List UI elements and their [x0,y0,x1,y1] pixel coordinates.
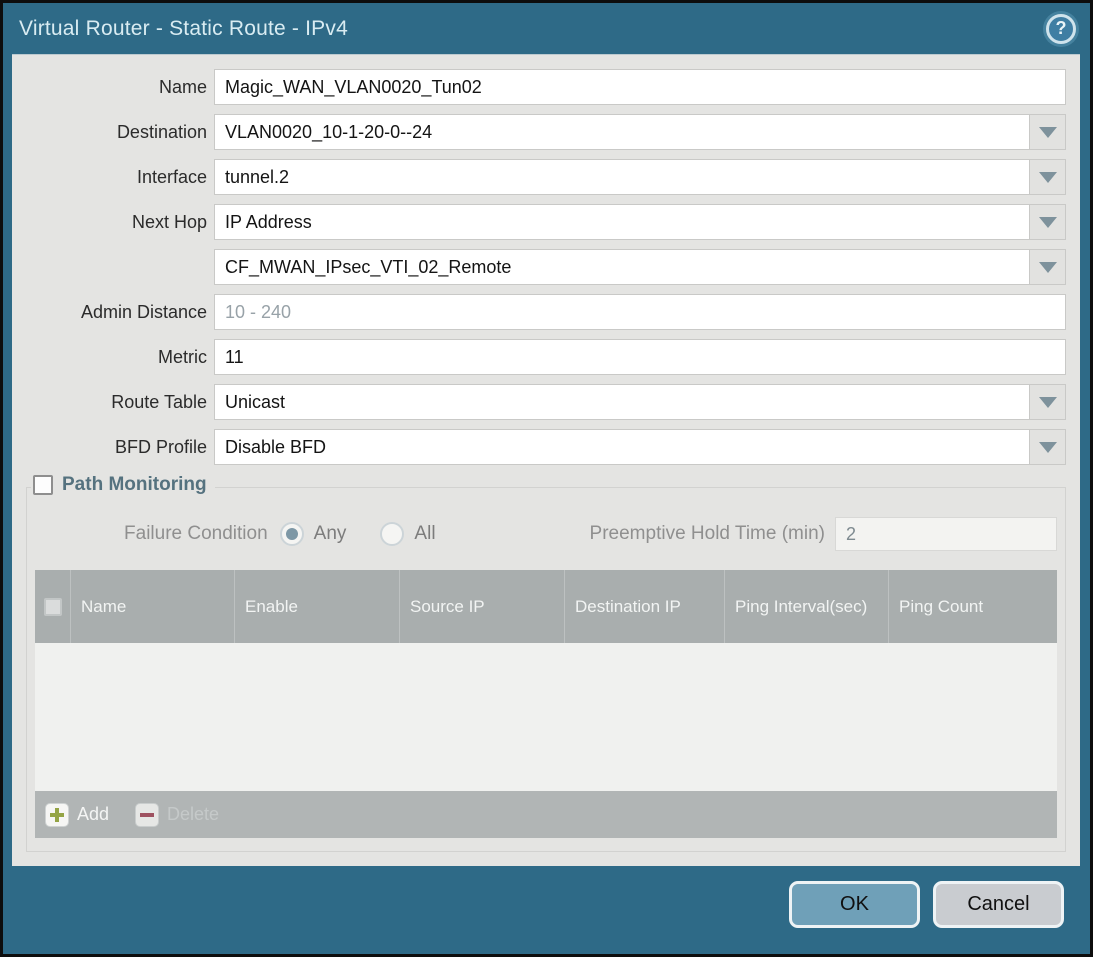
radio-all-label: All [414,523,435,545]
radio-all-circle[interactable] [380,522,404,546]
admin-distance-label: Admin Distance [26,302,207,323]
next-hop-label: Next Hop [26,212,207,233]
form-row-admin-distance: Admin Distance [26,294,1066,330]
delete-button[interactable]: Delete [135,803,219,827]
column-header-name[interactable]: Name [71,570,235,643]
path-monitoring-header: Path Monitoring [31,474,215,496]
form-row-route-table: Route Table [26,384,1066,420]
path-monitoring-title: Path Monitoring [62,474,207,496]
form-row-metric: Metric [26,339,1066,375]
titlebar: Virtual Router - Static Route - IPv4 ? [3,3,1090,54]
destination-label: Destination [26,122,207,143]
dialog-footer: OK Cancel [789,881,1064,928]
delete-button-label: Delete [167,804,219,825]
column-header-ping-interval[interactable]: Ping Interval(sec) [725,570,889,643]
radio-dot [286,528,298,540]
bfd-profile-label: BFD Profile [26,437,207,458]
route-table-input[interactable] [214,384,1030,420]
radio-any-circle[interactable] [280,522,304,546]
chevron-down-icon [1039,397,1057,408]
path-monitoring-table: Name Enable Source IP Destination IP Pin… [35,570,1057,838]
table-select-all-cell [35,570,71,643]
bfd-profile-dropdown-button[interactable] [1030,429,1066,465]
chevron-down-icon [1039,442,1057,453]
failure-condition-radio-group: Any All [280,522,470,546]
form-row-next-hop: Next Hop [26,204,1066,240]
chevron-down-icon [1039,172,1057,183]
destination-input[interactable] [214,114,1030,150]
interface-label: Interface [26,167,207,188]
chevron-down-icon [1039,262,1057,273]
next-hop-address-input[interactable] [214,249,1030,285]
interface-input[interactable] [214,159,1030,195]
bfd-profile-input[interactable] [214,429,1030,465]
ok-button[interactable]: OK [789,881,920,928]
form-row-next-hop-address [26,249,1066,285]
next-hop-type-input[interactable] [214,204,1030,240]
column-header-destination-ip[interactable]: Destination IP [565,570,725,643]
metric-input[interactable] [214,339,1066,375]
minus-icon [135,803,159,827]
radio-any-label: Any [314,523,347,545]
form-row-bfd-profile: BFD Profile [26,429,1066,465]
column-header-ping-count[interactable]: Ping Count [889,570,1057,643]
next-hop-address-dropdown-button[interactable] [1030,249,1066,285]
route-table-dropdown-button[interactable] [1030,384,1066,420]
add-button[interactable]: Add [45,803,109,827]
dialog-title: Virtual Router - Static Route - IPv4 [19,17,1046,41]
table-toolbar: Add Delete [35,791,1057,838]
radio-any[interactable]: Any [280,522,347,546]
interface-dropdown-button[interactable] [1030,159,1066,195]
chevron-down-icon [1039,127,1057,138]
table-body-empty [35,643,1057,791]
next-hop-type-dropdown-button[interactable] [1030,204,1066,240]
help-icon[interactable]: ? [1046,14,1076,44]
column-header-source-ip[interactable]: Source IP [400,570,565,643]
path-monitoring-section: Path Monitoring Failure Condition Any Al… [26,487,1066,852]
preemptive-hold-time-input[interactable] [835,517,1057,551]
metric-label: Metric [26,347,207,368]
failure-condition-label: Failure Condition [35,523,268,545]
path-monitoring-checkbox[interactable] [33,475,53,495]
dialog-body: Name Destination Interface [12,54,1080,866]
form-row-interface: Interface [26,159,1066,195]
chevron-down-icon [1039,217,1057,228]
form-row-destination: Destination [26,114,1066,150]
route-table-label: Route Table [26,392,207,413]
add-button-label: Add [77,804,109,825]
destination-dropdown-button[interactable] [1030,114,1066,150]
select-all-checkbox[interactable] [44,598,62,616]
dialog-window: Virtual Router - Static Route - IPv4 ? N… [0,0,1093,957]
plus-icon [45,803,69,827]
preemptive-hold-time-label: Preemptive Hold Time (min) [590,523,825,545]
radio-all[interactable]: All [380,522,435,546]
name-input[interactable] [214,69,1066,105]
name-label: Name [26,77,207,98]
failure-condition-row: Failure Condition Any All Preemptive Hol… [35,516,1057,552]
cancel-button[interactable]: Cancel [933,881,1064,928]
form-row-name: Name [26,69,1066,105]
admin-distance-input[interactable] [214,294,1066,330]
table-header-row: Name Enable Source IP Destination IP Pin… [35,570,1057,643]
column-header-enable[interactable]: Enable [235,570,400,643]
